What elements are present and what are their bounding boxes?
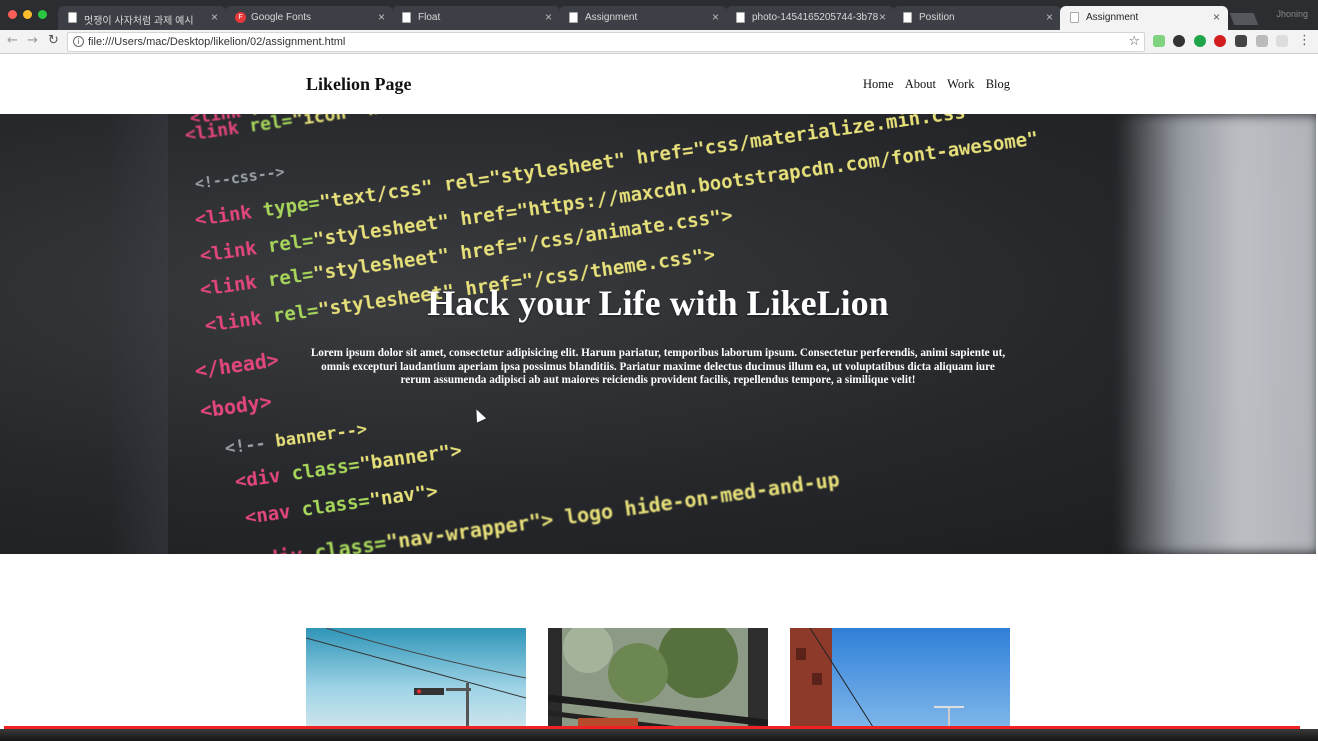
gear-icon[interactable] <box>1173 35 1185 47</box>
tab-5[interactable]: photo-1454165205744-3b78 × <box>726 6 894 30</box>
tab-title: Assignment <box>585 12 638 23</box>
address-url[interactable]: file:///Users/mac/Desktop/likelion/02/as… <box>88 36 345 48</box>
forward-arrow-icon[interactable]: → <box>27 33 38 48</box>
tab-7-active[interactable]: Assignment × <box>1060 6 1228 30</box>
zoom-window-icon[interactable] <box>38 10 47 19</box>
close-tab-icon[interactable]: × <box>712 10 719 24</box>
google-fonts-icon: F <box>235 12 246 23</box>
hero-monitor-glow <box>1120 114 1316 554</box>
site-header: Likelion Page Home About Work Blog <box>0 55 1318 114</box>
hero-line-numbers <box>108 114 168 554</box>
extension-icon[interactable] <box>1256 35 1268 47</box>
tab-title: photo-1454165205744-3b78 <box>752 12 879 23</box>
close-tab-icon[interactable]: × <box>1213 10 1220 24</box>
page-icon <box>736 12 745 23</box>
tab-title: Float <box>418 12 441 23</box>
gallery-photo-2[interactable] <box>548 628 768 741</box>
reload-icon[interactable]: ↻ <box>48 33 59 48</box>
tab-title: 멋쟁이 사자처럼 과제 예시 <box>84 16 194 27</box>
opera-icon[interactable] <box>1214 35 1226 47</box>
close-tab-icon[interactable]: × <box>879 10 886 24</box>
kebab-menu-icon[interactable]: ⋮ <box>1298 33 1311 48</box>
photo-street-sky <box>306 628 526 741</box>
minimize-window-icon[interactable] <box>23 10 32 19</box>
nav-work[interactable]: Work <box>947 77 974 91</box>
site-logo[interactable]: Likelion Page <box>306 74 412 95</box>
hero-banner: <link rel="shortcut icon" href="/favicon… <box>0 114 1316 554</box>
tab-6[interactable]: Position × <box>893 6 1061 30</box>
close-tab-icon[interactable]: × <box>378 10 385 24</box>
video-controls-bar <box>0 729 1318 741</box>
site-nav: Home About Work Blog <box>855 77 1010 92</box>
browser-tab-strip: 멋쟁이 사자처럼 과제 예시 × F Google Fonts × Float … <box>0 0 1318 30</box>
address-bar[interactable]: i file:///Users/mac/Desktop/likelion/02/… <box>67 32 1145 52</box>
nav-home[interactable]: Home <box>863 77 894 91</box>
nav-blog[interactable]: Blog <box>986 77 1010 91</box>
web-page: Likelion Page Home About Work Blog <link… <box>0 55 1318 741</box>
photo-building-sky <box>790 628 1010 741</box>
tab-title: Google Fonts <box>251 12 312 23</box>
tab-title: Assignment <box>1086 12 1139 23</box>
close-tab-icon[interactable]: × <box>1046 10 1053 24</box>
info-icon[interactable]: i <box>73 36 84 47</box>
close-window-icon[interactable] <box>8 10 17 19</box>
new-tab-button[interactable] <box>1229 13 1259 25</box>
hero-text: Lorem ipsum dolor sit amet, consectetur … <box>310 347 1006 386</box>
back-arrow-icon[interactable]: ← <box>7 33 18 48</box>
photo-window-trees <box>548 628 768 741</box>
close-tab-icon[interactable]: × <box>545 10 552 24</box>
browser-toolbar: ← → ↻ i file:///Users/mac/Desktop/likeli… <box>0 30 1318 54</box>
tab-3[interactable]: Float × <box>392 6 560 30</box>
page-icon <box>1070 12 1079 23</box>
gallery-photo-1[interactable] <box>306 628 526 741</box>
tab-4[interactable]: Assignment × <box>559 6 727 30</box>
gallery-photo-3[interactable] <box>790 628 1010 741</box>
nav-about[interactable]: About <box>905 77 936 91</box>
page-icon <box>569 12 578 23</box>
extension-icon[interactable] <box>1276 35 1288 47</box>
page-icon <box>903 12 912 23</box>
hero-title: Hack your Life with LikeLion <box>427 283 889 323</box>
tab-2[interactable]: F Google Fonts × <box>225 6 393 30</box>
tab-1[interactable]: 멋쟁이 사자처럼 과제 예시 × <box>58 6 226 30</box>
page-icon <box>68 12 77 23</box>
hero-code-line: </head> <box>193 347 281 383</box>
photo-gallery <box>0 628 1318 741</box>
close-tab-icon[interactable]: × <box>211 10 218 24</box>
extension-icon[interactable] <box>1153 35 1165 47</box>
tab-title: Position <box>919 12 955 23</box>
profile-name[interactable]: Jhoning <box>1276 9 1308 19</box>
hero-code-line: <body> <box>198 389 274 423</box>
hero-code-line: <!-- banner--> <box>223 419 369 459</box>
pocket-icon[interactable] <box>1235 35 1247 47</box>
star-icon[interactable]: ☆ <box>1128 34 1140 49</box>
hero-code-line: <!--css--> <box>193 162 286 193</box>
grammarly-icon[interactable] <box>1194 35 1206 47</box>
page-icon <box>402 12 411 23</box>
